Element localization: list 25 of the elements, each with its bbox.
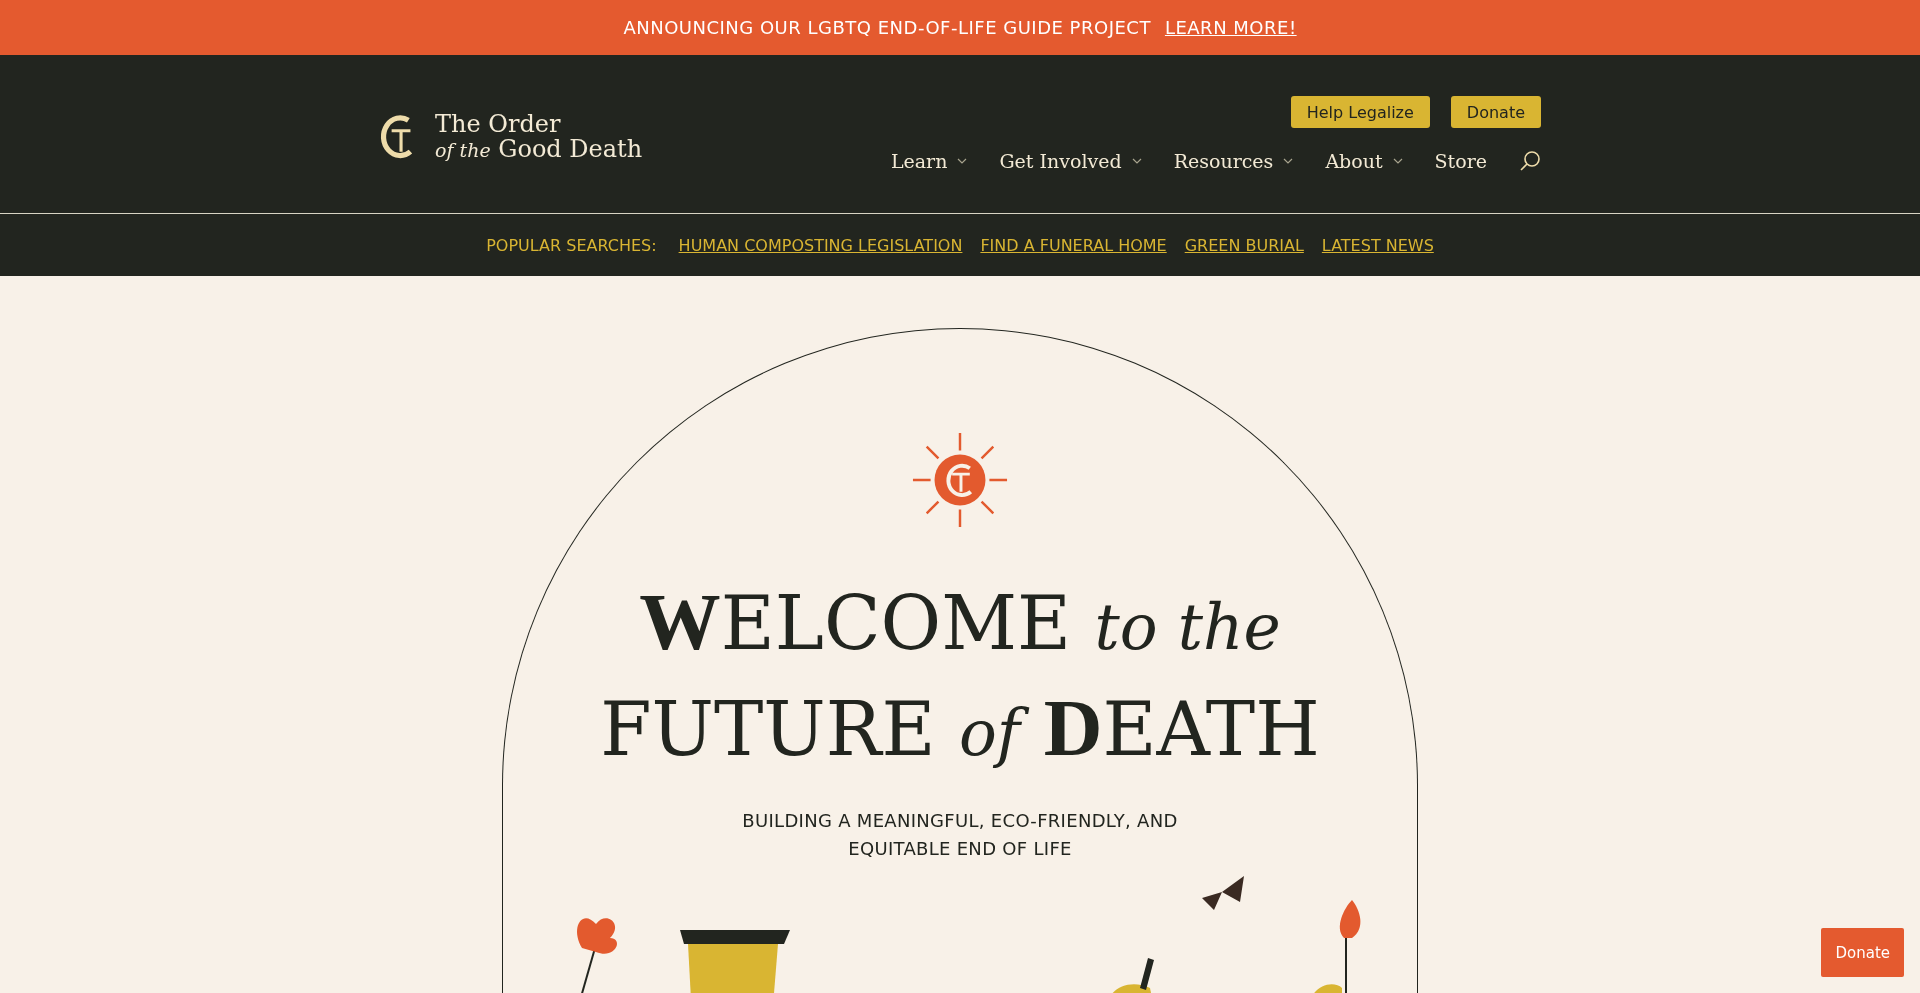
chevron-down-icon	[957, 158, 968, 164]
search-icon[interactable]	[1519, 150, 1541, 172]
nav-item[interactable]: Learn	[890, 150, 968, 172]
nav-item[interactable]: About	[1325, 150, 1403, 172]
popular-search-link[interactable]: LATEST NEWS	[1321, 235, 1434, 255]
sun-logo-icon	[911, 431, 1009, 529]
chevron-down-icon	[1283, 158, 1294, 164]
hero-subtitle: BUILDING A MEANINGFUL, ECO-FRIENDLY, AND EQUITABLE END OF LIFE	[741, 808, 1179, 862]
hero-title-line: WELCOME to the	[639, 575, 1281, 669]
chevron-down-icon	[1392, 158, 1403, 164]
hero-title-line: FUTURE of DEATH	[600, 680, 1320, 775]
header-button[interactable]: Donate	[1450, 96, 1541, 128]
chevron-down-icon	[1131, 158, 1142, 164]
announcement-text: ANNOUNCING OUR LGBTQ END-OF-LIFE GUIDE PROJECT	[623, 17, 1151, 38]
nav-item[interactable]: Get Involved	[999, 150, 1142, 172]
nav-item[interactable]: Store	[1434, 150, 1487, 172]
popular-searches-label: POPULAR SEARCHES:	[486, 235, 657, 255]
popular-search-link[interactable]: HUMAN COMPOSTING LEGISLATION	[678, 235, 963, 255]
learn-more-link[interactable]: LEARN MORE!	[1164, 17, 1297, 38]
popular-search-link[interactable]: GREEN BURIAL	[1184, 235, 1304, 255]
header-button[interactable]: Help Legalize	[1290, 96, 1430, 128]
logo-text[interactable]: The Order of the Good Death	[435, 111, 643, 163]
popular-search-link[interactable]: FIND A FUNERAL HOME	[980, 235, 1167, 255]
nav-item[interactable]: Resources	[1173, 150, 1294, 172]
donate-button[interactable]: Donate	[1821, 928, 1904, 977]
